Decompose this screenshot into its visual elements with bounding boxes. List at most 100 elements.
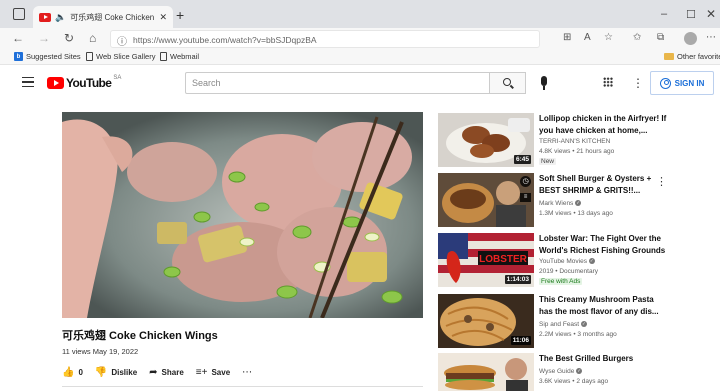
video-title: 可乐鸡翅 Coke Chicken Wings [62, 330, 218, 342]
close-tab-icon[interactable]: ✕ [159, 12, 167, 23]
recommendation-thumbnail[interactable]: ◷ ≡ [438, 173, 534, 227]
minimize-button[interactable]: – [661, 8, 667, 20]
recommendation-item[interactable]: 11:06 This Creamy Mushroom Pasta has the… [438, 294, 720, 350]
close-window-button[interactable]: ✕ [706, 7, 716, 21]
favorite-label: Suggested Sites [26, 52, 81, 61]
channel-row[interactable]: Mark Wiens ✓ [539, 200, 582, 207]
channel-name[interactable]: TERRI-ANN'S KITCHEN [539, 138, 610, 145]
duration-badge: 11:06 [510, 336, 531, 345]
favorite-webmail[interactable]: Webmail [160, 52, 199, 61]
playlist-add-icon: ≡+ [195, 366, 208, 378]
collections-icon[interactable]: ⧉ [657, 32, 664, 43]
recommendation-meta: 2019 • Documentary [539, 268, 599, 275]
duration-badge: 1:14:03 [504, 275, 531, 284]
channel-name[interactable]: YouTube Movies [539, 258, 587, 265]
site-info-icon[interactable]: ⓘ [117, 33, 127, 48]
read-aloud-icon[interactable]: A [584, 32, 591, 43]
recommendation-title[interactable]: Soft Shell Burger & Oysters + BEST SHRIM… [539, 173, 669, 196]
recommendation-title[interactable]: Lobster War: The Fight Over the World's … [539, 233, 669, 256]
recommendation-title[interactable]: Lollipop chicken in the Airfryer! If you… [539, 113, 669, 136]
tab-actions-icon[interactable] [13, 8, 25, 20]
recommendation-item[interactable]: ◷ ≡ Soft Shell Burger & Oysters + BEST S… [438, 173, 720, 229]
folder-icon [664, 53, 674, 60]
watch-later-icon[interactable]: ◷ [520, 176, 531, 187]
favorite-label: Web Slice Gallery [96, 52, 156, 61]
search-button[interactable] [490, 72, 526, 94]
share-button[interactable]: ➦ Share [149, 367, 184, 378]
channel-name[interactable]: Mark Wiens [539, 200, 573, 207]
thumbnail-image [438, 353, 534, 391]
app-available-icon[interactable]: ⊞ [563, 32, 571, 43]
verified-icon: ✓ [575, 200, 582, 207]
favorite-suggested-sites[interactable]: b Suggested Sites [14, 52, 81, 61]
thumbs-up-icon: 👍 [62, 366, 75, 378]
apps-grid-icon[interactable] [603, 77, 613, 87]
favorites-icon[interactable]: ✩ [633, 32, 641, 43]
video-metadata: 11 views May 19, 2022 [62, 347, 138, 356]
save-label: Save [211, 367, 231, 377]
menu-icon[interactable] [22, 77, 34, 87]
back-icon[interactable]: ← [12, 31, 24, 45]
sign-in-button[interactable]: SIGN IN [650, 71, 714, 95]
share-icon: ➦ [149, 366, 158, 378]
verified-icon: ✓ [576, 368, 583, 375]
dislike-label: Dislike [111, 367, 138, 377]
speaker-icon[interactable]: 🔈 [55, 12, 66, 23]
new-tab-button[interactable]: + [176, 7, 184, 23]
recommendation-item[interactable]: The Best Grilled Burgers Wyse Guide ✓ 3.… [438, 353, 720, 391]
share-label: Share [161, 367, 184, 377]
channel-row[interactable]: Sip and Feast ✓ [539, 321, 587, 328]
account-icon [659, 77, 671, 89]
maximize-button[interactable]: ☐ [686, 8, 696, 21]
add-to-queue-icon[interactable]: ≡ [520, 193, 531, 202]
recommendation-title[interactable]: This Creamy Mushroom Pasta has the most … [539, 294, 669, 317]
save-button[interactable]: ≡+ Save [196, 367, 230, 378]
other-favorites[interactable]: Other favorites [664, 52, 720, 61]
youtube-logo[interactable]: YouTube SA [47, 75, 121, 90]
settings-more-icon[interactable]: ⋯ [706, 32, 716, 43]
divider [62, 386, 423, 387]
free-with-ads-badge: Free with Ads [539, 278, 583, 285]
verified-icon: ✓ [588, 258, 595, 265]
recommendation-meta: 1.3M views • 13 days ago [539, 210, 613, 217]
channel-name[interactable]: Wyse Guide [539, 368, 574, 375]
more-horizontal-icon: ⋯ [242, 366, 253, 378]
youtube-wordmark: YouTube [66, 76, 112, 90]
other-favorites-label: Other favorites [677, 52, 720, 61]
recommendation-thumbnail[interactable] [438, 353, 534, 391]
forward-icon[interactable]: → [38, 31, 50, 45]
recommendation-item[interactable]: LOBSTER 1:14:03 Lobster War: The Fight O… [438, 233, 720, 289]
sign-in-label: SIGN IN [674, 78, 705, 88]
youtube-header: YouTube SA Search ⋮ SIGN IN [0, 66, 720, 100]
like-button[interactable]: 👍 0 [62, 367, 83, 378]
duration-badge: 6:45 [513, 155, 531, 164]
upload-date: May 19, 2022 [92, 347, 139, 356]
channel-row[interactable]: Wyse Guide ✓ [539, 368, 583, 375]
browser-tab-strip: 🔈 可乐鸡翅 Coke Chicken Win ✕ + – ☐ ✕ [0, 0, 720, 28]
channel-row[interactable]: YouTube Movies ✓ [539, 258, 595, 265]
add-favorite-icon[interactable]: ☆ [604, 32, 613, 43]
address-bar[interactable]: ⓘ https://www.youtube.com/watch?v=bbSJDq… [110, 30, 540, 48]
profile-avatar[interactable] [684, 32, 697, 45]
favorite-web-slice-gallery[interactable]: Web Slice Gallery [86, 52, 155, 61]
home-icon[interactable]: ⌂ [89, 31, 96, 45]
recommendation-thumbnail[interactable]: LOBSTER 1:14:03 [438, 233, 534, 287]
browser-tab-active[interactable]: 🔈 可乐鸡翅 Coke Chicken Win ✕ [33, 6, 173, 28]
search-input[interactable]: Search [185, 72, 490, 94]
recommendation-title[interactable]: The Best Grilled Burgers [539, 353, 669, 365]
channel-name[interactable]: Sip and Feast [539, 321, 579, 328]
more-options-icon[interactable]: ⋮ [632, 76, 644, 90]
recommendation-thumbnail[interactable]: 6:45 [438, 113, 534, 167]
refresh-icon[interactable]: ↻ [64, 31, 74, 45]
page-icon [160, 52, 167, 61]
more-options-icon[interactable]: ⋮ [656, 175, 667, 188]
microphone-icon[interactable] [541, 76, 547, 90]
more-actions-button[interactable]: ⋯ [242, 367, 252, 378]
recommendation-thumbnail[interactable]: 11:06 [438, 294, 534, 348]
video-player[interactable] [62, 112, 423, 318]
recommendation-item[interactable]: 6:45 Lollipop chicken in the Airfryer! I… [438, 113, 720, 169]
recommendation-meta: 3.6K views • 2 days ago [539, 378, 609, 385]
dislike-button[interactable]: 👎 Dislike [95, 367, 137, 378]
favorites-bar: b Suggested Sites Web Slice Gallery Webm… [0, 50, 720, 65]
page-icon [86, 52, 93, 61]
